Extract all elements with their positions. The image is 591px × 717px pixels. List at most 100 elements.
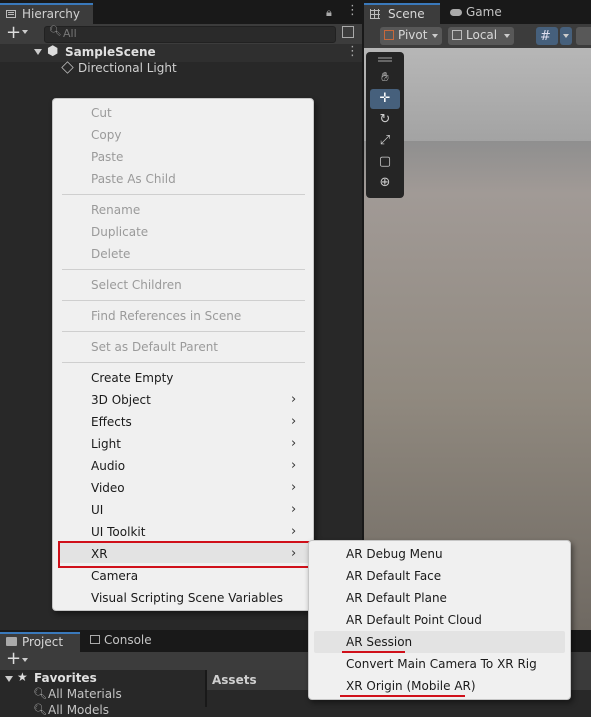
context-menu: Cut Copy Paste Paste As Child Rename Dup… [52, 98, 314, 611]
tab-hierarchy[interactable]: Hierarchy [0, 3, 93, 24]
menu-item-camera[interactable]: Camera [91, 569, 138, 583]
ar-session-underline [342, 651, 405, 653]
menu-item-ar-default-face[interactable]: AR Default Face [346, 569, 441, 583]
menu-item-video[interactable]: Video [91, 481, 125, 495]
star-icon: ★ [17, 670, 28, 684]
menu-item-ar-default-point-cloud[interactable]: AR Default Point Cloud [346, 613, 482, 627]
pivot-label: Pivot [398, 28, 428, 42]
transform-tool-icon[interactable]: ⊕ [370, 173, 400, 193]
console-icon [90, 635, 100, 644]
scene-menu-icon[interactable]: ⋮ [346, 45, 359, 59]
menu-separator [62, 331, 305, 332]
tool-palette: ✋︎ ✛ ↻ ⤢ ▢ ⊕ [366, 52, 404, 198]
gamepad-icon [450, 9, 462, 16]
menu-item-rename: Rename [91, 203, 141, 217]
menu-item-ar-session[interactable]: AR Session [346, 635, 412, 649]
menu-item-ui[interactable]: UI [91, 503, 103, 517]
snap-button[interactable] [576, 27, 591, 45]
xr-submenu: AR Debug Menu AR Default Face AR Default… [308, 540, 571, 700]
tab-scene-label: Scene [388, 7, 425, 21]
list-icon [6, 10, 16, 18]
menu-item-create-empty[interactable]: Create Empty [91, 371, 173, 385]
search-by-type-icon[interactable] [342, 26, 354, 38]
tab-project-label: Project [22, 635, 64, 649]
chevron-right-icon: › [291, 414, 297, 429]
search-icon: 🔍︎ [33, 703, 47, 716]
chevron-down-icon [563, 34, 569, 38]
hierarchy-search-input[interactable]: 🔍︎ All [44, 26, 336, 43]
expand-caret-icon[interactable] [5, 676, 13, 682]
local-dropdown[interactable]: Local [448, 27, 514, 45]
menu-item-audio[interactable]: Audio [91, 459, 125, 473]
chevron-right-icon: › [291, 458, 297, 473]
chevron-down-icon [432, 34, 438, 38]
menu-item-copy: Copy [91, 128, 122, 142]
scale-tool-icon[interactable]: ⤢ [370, 131, 400, 151]
local-label: Local [466, 28, 498, 42]
search-icon: 🔍︎ [49, 26, 62, 37]
hierarchy-item-directional-light[interactable]: Directional Light [78, 61, 177, 75]
folder-icon [6, 637, 17, 646]
menu-item-ar-default-plane[interactable]: AR Default Plane [346, 591, 447, 605]
xr-annotation-box [58, 541, 310, 568]
drag-handle[interactable] [378, 57, 392, 59]
grid-icon [370, 9, 380, 19]
scene-name: SampleScene [65, 45, 156, 59]
menu-item-convert-main-camera[interactable]: Convert Main Camera To XR Rig [346, 657, 537, 671]
create-asset-button[interactable]: + [6, 649, 21, 669]
panel-menu-icon[interactable]: ⋮ [346, 4, 359, 18]
menu-item-select-children: Select Children [91, 278, 182, 292]
tab-console-label: Console [104, 633, 152, 647]
chevron-right-icon: › [291, 524, 297, 539]
menu-item-visual-scripting-scene-variables[interactable]: Visual Scripting Scene Variables [91, 591, 283, 605]
add-object-button[interactable]: + [6, 23, 21, 43]
menu-separator [62, 362, 305, 363]
move-tool-icon[interactable]: ✛ [370, 89, 400, 109]
menu-item-set-default-parent: Set as Default Parent [91, 340, 219, 354]
chevron-right-icon: › [291, 436, 297, 451]
chevron-down-icon [504, 34, 510, 38]
menu-item-delete: Delete [91, 247, 131, 261]
tab-console[interactable]: Console [84, 632, 164, 652]
menu-item-ar-debug-menu[interactable]: AR Debug Menu [346, 547, 443, 561]
favorites-label[interactable]: Favorites [34, 671, 97, 685]
menu-item-light[interactable]: Light [91, 437, 121, 451]
tab-hierarchy-label: Hierarchy [22, 7, 81, 21]
rect-tool-icon[interactable]: ▢ [370, 152, 400, 172]
rotate-tool-icon[interactable]: ↻ [370, 110, 400, 130]
menu-item-duplicate: Duplicate [91, 225, 149, 239]
search-placeholder: All [63, 27, 77, 40]
grid-hash-icon: # [540, 29, 551, 44]
favorites-item-all-materials[interactable]: All Materials [48, 687, 122, 701]
menu-item-find-references: Find References in Scene [91, 309, 242, 323]
menu-item-ui-toolkit[interactable]: UI Toolkit [91, 525, 145, 539]
menu-separator [62, 300, 305, 301]
xr-origin-underline [340, 695, 465, 697]
pivot-icon [384, 30, 394, 40]
favorites-item-all-models[interactable]: All Models [48, 703, 109, 717]
chevron-down-icon[interactable] [22, 658, 28, 662]
grid-toggle-button[interactable]: # [536, 27, 558, 45]
tab-scene[interactable]: Scene [364, 3, 440, 24]
lock-icon[interactable]: 🔒︎ [326, 6, 336, 19]
menu-item-paste: Paste [91, 150, 124, 164]
tab-game-label: Game [466, 5, 502, 19]
menu-item-effects[interactable]: Effects [91, 415, 132, 429]
assets-label: Assets [212, 673, 257, 687]
tab-game[interactable]: Game [444, 3, 514, 24]
menu-item-xr-origin-mobile-ar[interactable]: XR Origin (Mobile AR) [346, 679, 476, 693]
chevron-right-icon: › [291, 480, 297, 495]
grid-options-dropdown[interactable] [560, 27, 572, 45]
menu-separator [62, 194, 305, 195]
chevron-right-icon: › [291, 392, 297, 407]
expand-caret-icon[interactable] [34, 49, 42, 55]
menu-separator [62, 269, 305, 270]
menu-item-cut: Cut [91, 106, 112, 120]
chevron-down-icon[interactable] [22, 30, 28, 34]
hand-tool-icon[interactable]: ✋︎ [370, 68, 400, 88]
pivot-dropdown[interactable]: Pivot [380, 27, 442, 45]
menu-item-paste-as-child: Paste As Child [91, 172, 176, 186]
chevron-right-icon: › [291, 502, 297, 517]
menu-item-3d-object[interactable]: 3D Object [91, 393, 151, 407]
local-cube-icon [452, 30, 462, 40]
